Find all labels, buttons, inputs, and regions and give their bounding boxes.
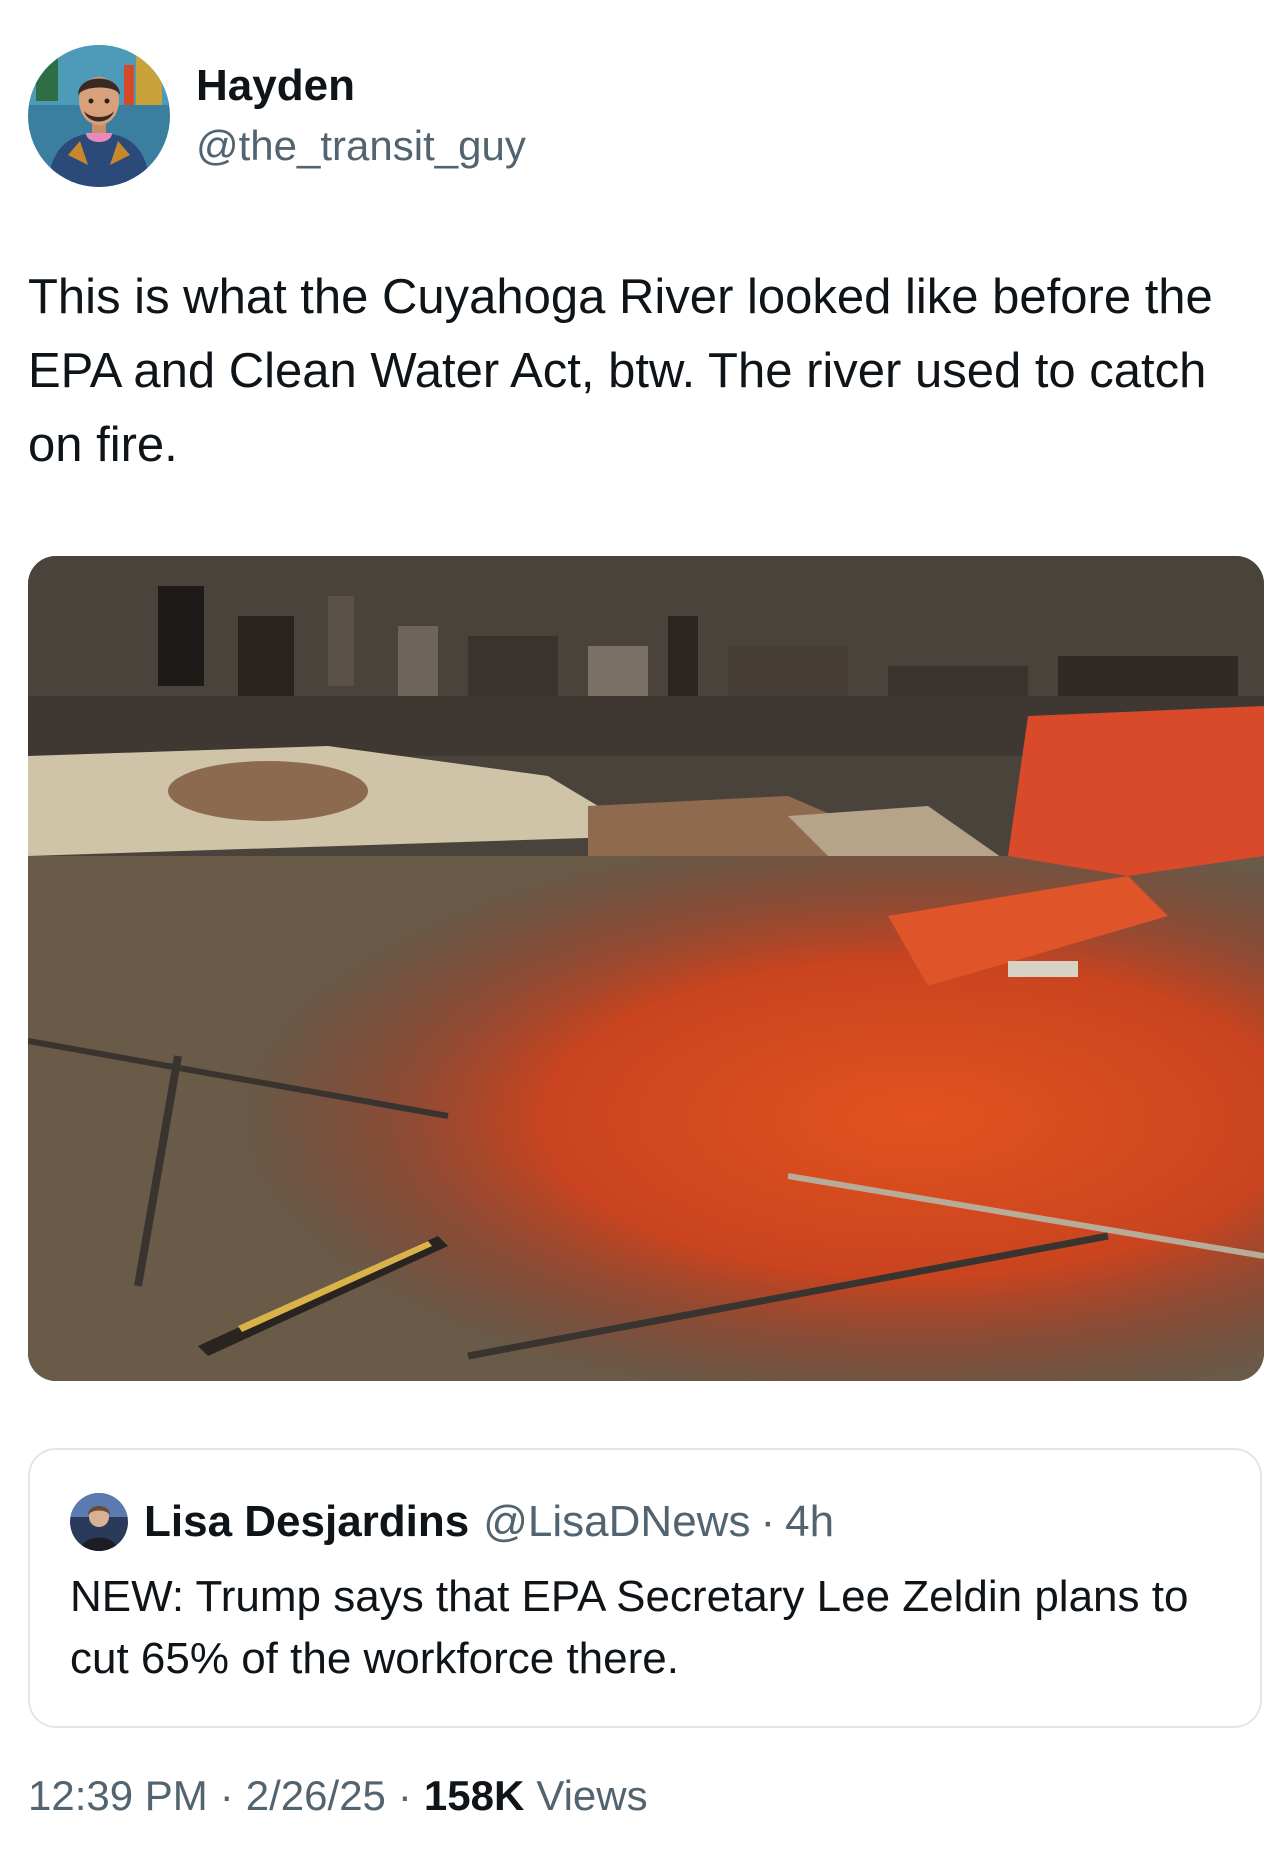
quoted-author-avatar[interactable] — [70, 1493, 128, 1551]
meta-separator: · — [397, 1772, 412, 1819]
meta-separator: · — [219, 1772, 234, 1819]
quoted-separator: · — [760, 1497, 776, 1546]
author-names: Hayden @the_transit_guy — [196, 58, 526, 174]
quoted-tweet-header: Lisa Desjardins @LisaDNews · 4h — [70, 1492, 834, 1552]
author-display-name[interactable]: Hayden — [196, 58, 526, 114]
quoted-author-handle[interactable]: @LisaDNews — [483, 1497, 750, 1547]
news-anchor-avatar-icon — [70, 1493, 128, 1551]
quoted-author-name[interactable]: Lisa Desjardins — [144, 1497, 469, 1547]
author-handle[interactable]: @the_transit_guy — [196, 118, 526, 174]
tweet-date[interactable]: 2/26/25 — [246, 1772, 386, 1820]
views-label: Views — [536, 1772, 648, 1819]
quoted-tweet[interactable]: Lisa Desjardins @LisaDNews · 4h NEW: Tru… — [28, 1448, 1262, 1728]
quoted-timestamp[interactable]: 4h — [785, 1497, 834, 1547]
tweet-photo[interactable] — [28, 556, 1264, 1381]
views-count: 158K — [423, 1772, 525, 1819]
tweet-meta: 12:39 PM · 2/26/25 · 158K Views — [28, 1766, 648, 1826]
cartoon-avatar-icon — [28, 45, 170, 187]
tweet-time[interactable]: 12:39 PM — [28, 1772, 208, 1820]
aerial-river-harbor-photo — [28, 556, 1264, 1381]
author-avatar[interactable] — [28, 45, 170, 187]
tweet-text: This is what the Cuyahoga River looked l… — [28, 270, 1227, 472]
quoted-tweet-text: NEW: Trump says that EPA Secretary Lee Z… — [70, 1572, 1189, 1683]
tweet-author: Hayden @the_transit_guy — [28, 44, 526, 188]
